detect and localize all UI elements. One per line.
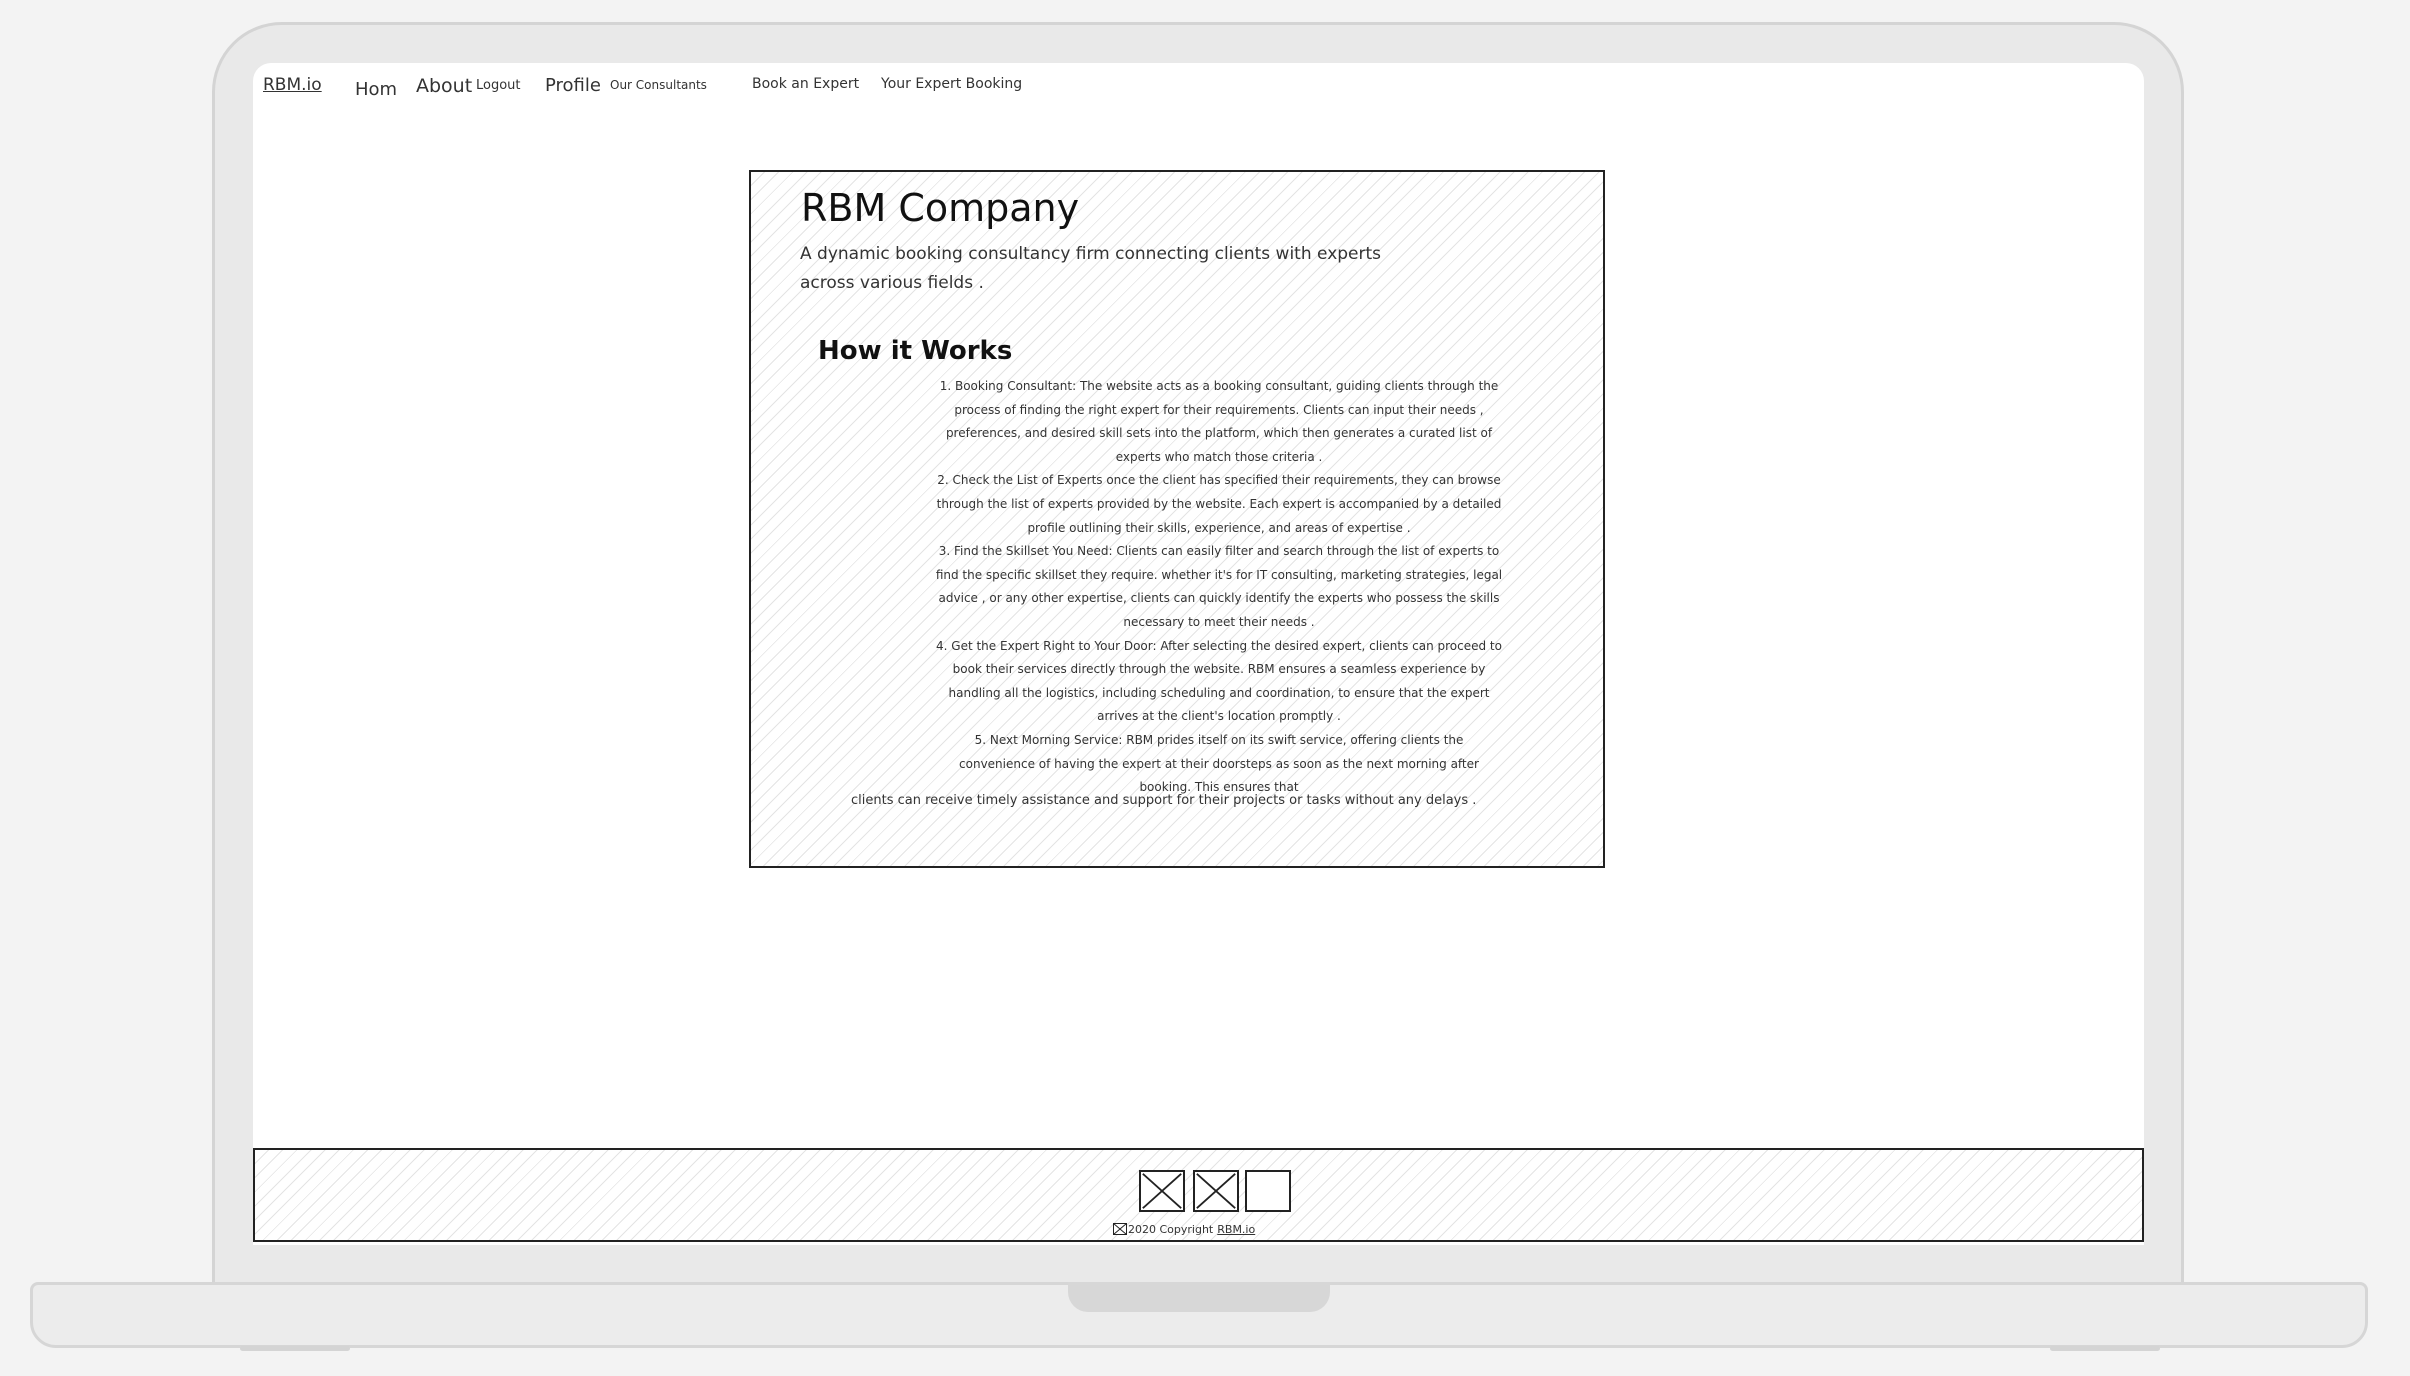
- nav-home-link[interactable]: Hom: [355, 79, 397, 100]
- hero-card: RBM Company A dynamic booking consultanc…: [749, 170, 1605, 868]
- copyright-image-icon: [1113, 1223, 1127, 1235]
- step-item: 3. Find the Skillset You Need: Clients c…: [935, 544, 1503, 629]
- laptop-foot-left: [240, 1346, 350, 1351]
- nav-your-booking-link[interactable]: Your Expert Booking: [881, 76, 1022, 92]
- image-placeholder-icon[interactable]: [1139, 1170, 1185, 1212]
- how-it-works-heading: How it Works: [818, 336, 1013, 366]
- browser-screen: RBM.io Hom About Logout Profile Our Cons…: [253, 63, 2144, 1245]
- copyright-text: 2020 Copyright: [1128, 1223, 1214, 1236]
- nav-profile-link[interactable]: Profile: [545, 75, 601, 96]
- laptop-notch: [1068, 1282, 1330, 1312]
- blank-box-icon[interactable]: [1245, 1170, 1291, 1212]
- brand-link[interactable]: RBM.io: [263, 75, 322, 95]
- page-footer: 2020 Copyright RBM.io: [253, 1148, 2144, 1242]
- step-item: 2. Check the List of Experts once the cl…: [936, 473, 1502, 535]
- nav-consultants-link[interactable]: Our Consultants: [610, 78, 707, 92]
- footer-brand-link[interactable]: RBM.io: [1217, 1223, 1255, 1236]
- step-item: 4. Get the Expert Right to Your Door: Af…: [936, 638, 1502, 724]
- nav-about-link[interactable]: About: [416, 75, 472, 97]
- copyright-line: 2020 Copyright RBM.io: [1113, 1223, 1255, 1236]
- company-tagline: A dynamic booking consultancy firm conne…: [800, 244, 1382, 293]
- company-title: RBM Company: [801, 186, 1080, 230]
- nav-logout-link[interactable]: Logout: [476, 78, 521, 93]
- step-item: 5. Next Morning Service: RBM prides itse…: [959, 732, 1479, 795]
- nav-book-expert-link[interactable]: Book an Expert: [752, 76, 859, 92]
- how-it-works-steps: 1. Booking Consultant: The website acts …: [935, 375, 1503, 800]
- image-placeholder-icon[interactable]: [1193, 1170, 1239, 1212]
- step-item: 1. Booking Consultant: The website acts …: [939, 379, 1499, 464]
- how-it-works-closing: clients can receive timely assistance an…: [851, 793, 1477, 808]
- laptop-foot-right: [2050, 1346, 2160, 1351]
